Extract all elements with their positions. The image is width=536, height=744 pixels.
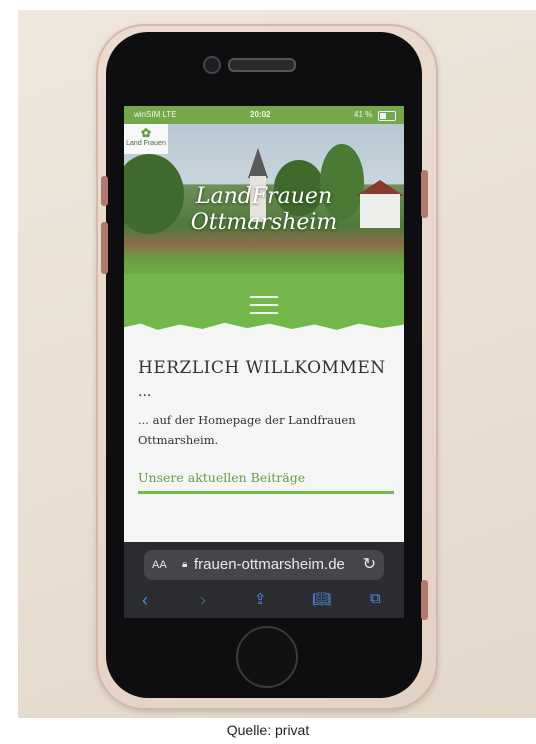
site-title-line1: LandFrauen — [195, 184, 333, 209]
lock-icon: 🔒︎ — [182, 559, 188, 570]
welcome-heading: HERZLICH WILLKOMMEN — [138, 358, 386, 378]
recent-posts-underline — [138, 491, 394, 494]
url-text: frauen-ottmarsheim.de — [194, 556, 345, 573]
reload-icon[interactable]: ↻ — [363, 550, 376, 580]
side-button-right — [421, 170, 428, 218]
forward-icon[interactable]: › — [200, 590, 206, 611]
share-icon[interactable]: ⇪ — [254, 590, 267, 608]
battery-icon — [378, 111, 396, 121]
side-button-left-1 — [101, 176, 108, 206]
front-camera-icon — [203, 56, 221, 74]
tabs-icon[interactable]: ⧉ — [370, 590, 381, 607]
bookmarks-icon[interactable]: 📖︎ — [312, 590, 331, 608]
intro-text: ... auf der Homepage der Landfrauen Ottm… — [138, 413, 356, 447]
house — [360, 194, 400, 228]
address-field[interactable]: AA 🔒︎ frauen-ottmarsheim.de ↻ — [144, 550, 384, 580]
church-spire — [248, 148, 268, 178]
phone-screen: winSIM LTE 20:02 41 % ✿ Land Frauen Land… — [124, 106, 404, 618]
site-logo[interactable]: ✿ Land Frauen — [124, 124, 168, 154]
site-title: LandFrauen Ottmarsheim — [164, 184, 364, 236]
heading-ellipsis: ... — [138, 384, 152, 400]
photo-caption: Quelle: privat — [226, 722, 310, 738]
carrier-label: winSIM LTE — [134, 110, 177, 119]
side-button-left-2 — [101, 222, 108, 274]
logo-leaf-icon: ✿ — [140, 126, 152, 140]
home-button[interactable] — [236, 626, 298, 688]
battery-percent: 41 % — [354, 110, 373, 119]
logo-text: Land Frauen — [126, 140, 166, 147]
main-content: HERZLICH WILLKOMMEN ... ... auf der Home… — [138, 358, 394, 494]
text-size-button[interactable]: AA — [152, 550, 167, 580]
status-bar: winSIM LTE 20:02 41 % — [124, 106, 404, 124]
time-label: 20:02 — [250, 110, 271, 119]
recent-posts-link[interactable]: Unsere aktuellen Beiträge — [138, 470, 394, 485]
back-icon[interactable]: ‹ — [142, 590, 148, 611]
safari-url-bar: AA 🔒︎ frauen-ottmarsheim.de ↻ ‹ › ⇪ 📖︎ ⧉ — [124, 542, 404, 618]
safari-toolbar: ‹ › ⇪ 📖︎ ⧉ — [124, 590, 404, 614]
menu-icon[interactable] — [250, 296, 278, 320]
earpiece-speaker — [228, 58, 296, 72]
site-title-line2: Ottmarsheim — [190, 210, 338, 235]
side-button-right-bottom — [421, 580, 428, 620]
